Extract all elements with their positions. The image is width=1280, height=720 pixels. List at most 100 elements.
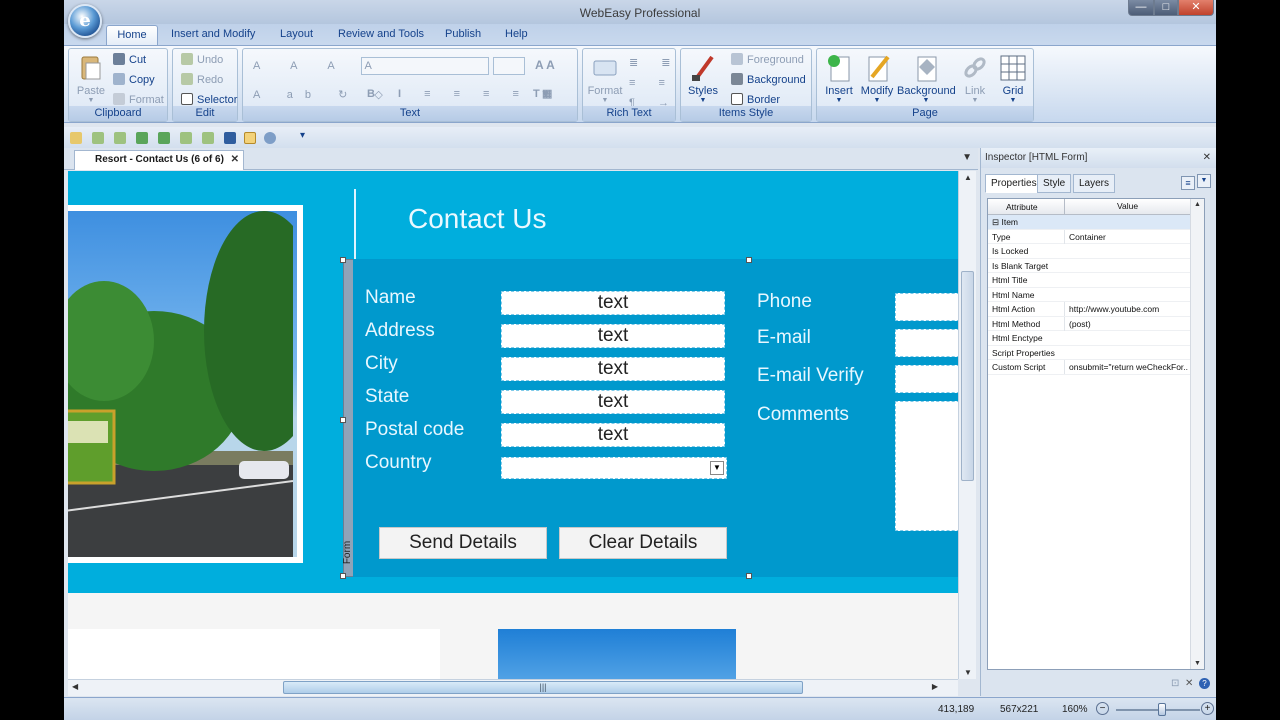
address-field[interactable]: text xyxy=(501,324,725,348)
save-icon[interactable] xyxy=(224,132,236,144)
undo-icon[interactable] xyxy=(92,132,104,144)
tab-list-dropdown-icon[interactable]: ▼ xyxy=(962,152,972,163)
property-row[interactable]: Is Locked xyxy=(988,244,1190,259)
property-row[interactable]: Html Name xyxy=(988,288,1190,302)
preview-icon[interactable] xyxy=(244,132,256,144)
open-folder-icon[interactable] xyxy=(70,132,82,144)
first-page-icon[interactable] xyxy=(136,132,148,144)
property-row[interactable]: Html Method (post) xyxy=(988,316,1190,331)
text-style-icons[interactable]: A A A A xyxy=(253,60,386,72)
tab-publish[interactable]: Publish xyxy=(445,28,481,40)
property-row[interactable]: Html Enctype xyxy=(988,331,1190,346)
border-button[interactable]: Border xyxy=(731,93,780,106)
page-background-button[interactable]: Background ▼ xyxy=(897,53,956,105)
horizontal-scrollbar[interactable]: ◀ ||| ▶ xyxy=(68,679,958,696)
redo-button[interactable]: Redo xyxy=(181,73,223,86)
scroll-right-arrow-icon[interactable]: ▶ xyxy=(932,682,938,691)
zoom-slider-thumb[interactable] xyxy=(1158,703,1166,716)
property-row[interactable]: Html Title xyxy=(988,273,1190,288)
close-window-button[interactable]: ✕ xyxy=(1178,0,1214,16)
tab-layers[interactable]: Layers xyxy=(1073,174,1116,193)
document-tab[interactable]: Resort - Contact Us (6 of 6) ✕ xyxy=(74,150,244,170)
help-icon[interactable]: ? xyxy=(1199,678,1210,689)
design-canvas[interactable]: Contact Us Form Name text Address text C… xyxy=(68,171,958,679)
property-row[interactable]: Custom Script onsubmit="return weCheckFor… xyxy=(988,360,1190,375)
text-color-icon[interactable]: T ▾ xyxy=(533,87,548,100)
chevron-down-icon[interactable]: ▼ xyxy=(710,461,724,475)
property-value[interactable]: onsubmit="return weCheckFor... xyxy=(1064,360,1188,374)
resize-handle-top-left[interactable] xyxy=(340,257,346,263)
resize-handle-bottom-middle[interactable] xyxy=(746,573,752,579)
send-details-button[interactable]: Send Details xyxy=(379,527,547,559)
previous-page-icon[interactable] xyxy=(158,132,170,144)
tab-style[interactable]: Style xyxy=(1037,174,1072,193)
property-row[interactable]: Type Container xyxy=(988,229,1190,244)
tab-insert-and-modify[interactable]: Insert and Modify xyxy=(171,28,255,40)
tab-review-and-tools[interactable]: Review and Tools xyxy=(338,28,424,40)
options-dropdown-icon[interactable]: ▼ xyxy=(1197,174,1211,188)
grid-scroll-down-icon[interactable]: ▼ xyxy=(1194,660,1201,667)
customize-toolbar-icon[interactable]: ▾ xyxy=(300,130,305,141)
page-content-block[interactable] xyxy=(68,629,440,679)
resize-handle-middle-left[interactable] xyxy=(340,417,346,423)
state-field[interactable]: text xyxy=(501,390,725,414)
grid-button[interactable]: Grid ▼ xyxy=(991,53,1035,105)
cut-button[interactable]: Cut xyxy=(113,53,146,66)
property-row[interactable]: ⊟ Item xyxy=(988,215,1190,230)
email-verify-field[interactable] xyxy=(895,365,958,393)
country-select[interactable]: ▼ xyxy=(501,457,727,479)
last-page-icon[interactable] xyxy=(202,132,214,144)
property-row[interactable]: Is Blank Target xyxy=(988,259,1190,273)
list-view-icon[interactable]: ≡ xyxy=(1181,176,1195,190)
clear-details-button[interactable]: Clear Details xyxy=(559,527,727,559)
next-page-icon[interactable] xyxy=(180,132,192,144)
close-small-icon[interactable]: ✕ xyxy=(1185,678,1193,689)
property-value[interactable]: http://www.youtube.com xyxy=(1064,302,1188,316)
close-tab-icon[interactable]: ✕ xyxy=(231,151,239,169)
scroll-left-arrow-icon[interactable]: ◀ xyxy=(72,682,78,691)
zoom-icon[interactable] xyxy=(264,132,276,144)
scroll-up-arrow-icon[interactable]: ▲ xyxy=(964,173,972,182)
copy-button[interactable]: Copy xyxy=(113,73,155,86)
property-value[interactable]: Container xyxy=(1064,229,1188,244)
grid-scroll-up-icon[interactable]: ▲ xyxy=(1194,201,1201,208)
vertical-scrollbar[interactable]: ▲ ▼ xyxy=(958,171,976,679)
postal-code-field[interactable]: text xyxy=(501,423,725,447)
zoom-in-icon[interactable]: + xyxy=(1201,702,1214,715)
street-photo[interactable] xyxy=(68,205,303,563)
undo-button[interactable]: Undo xyxy=(181,53,223,66)
contact-form[interactable]: Name text Address text City text State t… xyxy=(353,259,958,577)
maximize-button[interactable]: □ xyxy=(1154,0,1178,16)
scroll-down-arrow-icon[interactable]: ▼ xyxy=(964,668,972,677)
horizontal-scroll-thumb[interactable]: ||| xyxy=(283,681,803,694)
format-painter-button[interactable]: Format xyxy=(113,93,164,106)
name-field[interactable]: text xyxy=(501,291,725,315)
paste-button[interactable]: Paste ▼ xyxy=(69,53,113,105)
foreground-button[interactable]: Foreground xyxy=(731,53,804,66)
city-field[interactable]: text xyxy=(501,357,725,381)
page-heading[interactable]: Contact Us xyxy=(408,203,547,235)
email-field[interactable] xyxy=(895,329,958,357)
comments-textarea[interactable] xyxy=(895,401,958,531)
property-grid-scrollbar[interactable]: ▲ ▼ xyxy=(1190,199,1204,669)
property-row[interactable]: Html Action http://www.youtube.com xyxy=(988,302,1190,317)
redo-icon[interactable] xyxy=(114,132,126,144)
rich-format-button[interactable]: Format ▼ xyxy=(583,53,627,105)
pin-icon[interactable]: ⊡ xyxy=(1171,678,1179,689)
minimize-button[interactable]: — xyxy=(1128,0,1154,16)
background-button[interactable]: Background xyxy=(731,73,806,86)
vertical-scroll-thumb[interactable] xyxy=(961,271,974,481)
modify-button[interactable]: Modify ▼ xyxy=(855,53,899,105)
zoom-out-icon[interactable]: − xyxy=(1096,702,1109,715)
tab-layout[interactable]: Layout xyxy=(280,28,313,40)
property-row[interactable]: Script Properties xyxy=(988,346,1190,360)
styles-button[interactable]: Styles ▼ xyxy=(681,53,725,105)
grow-font-icon[interactable]: A A xyxy=(535,58,555,72)
page-content-image[interactable] xyxy=(498,629,736,679)
tab-help[interactable]: Help xyxy=(505,28,528,40)
resize-handle-bottom-left[interactable] xyxy=(340,573,346,579)
resize-handle-top-middle[interactable] xyxy=(746,257,752,263)
tab-home[interactable]: Home xyxy=(106,25,158,46)
close-inspector-icon[interactable]: ✕ xyxy=(1203,148,1211,168)
tab-properties[interactable]: Properties xyxy=(985,174,1043,193)
